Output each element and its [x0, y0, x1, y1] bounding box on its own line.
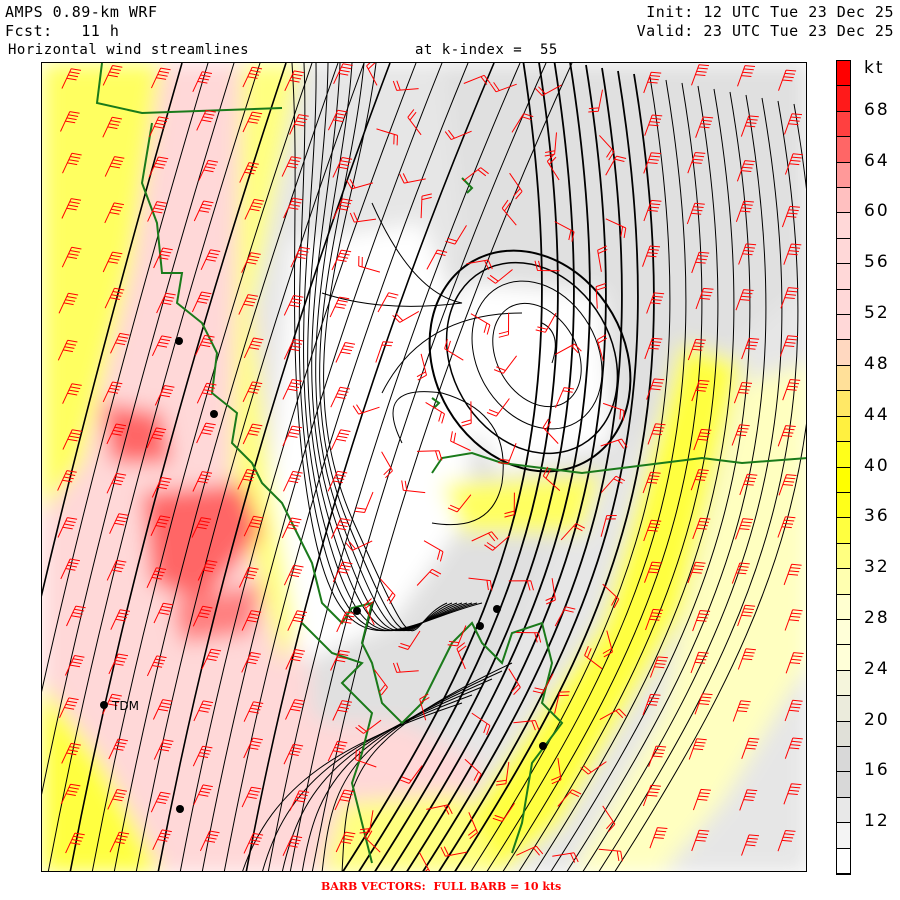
barb-legend: BARB VECTORS: FULL BARB = 10 kts: [321, 880, 562, 893]
colorbar-box: [837, 848, 850, 874]
colorbar-box: [837, 467, 850, 493]
colorbar-box: [837, 315, 850, 341]
station-dot: [100, 701, 108, 709]
station-label-tdm: TDM: [111, 699, 139, 713]
level-label: at k-index = 55: [415, 42, 558, 58]
colorbar-unit: kt: [864, 58, 885, 78]
colorbar-box: [837, 569, 850, 595]
station-dot: [353, 607, 361, 615]
colorbar-box: [837, 594, 850, 620]
colorbar-box: [837, 416, 850, 443]
colorbar-box: [837, 111, 850, 138]
wind-map: TDM: [41, 62, 807, 872]
colorbar-label: 56: [864, 252, 890, 273]
colorbar-label: 60: [864, 201, 890, 222]
forecast-hour: Fcst: 11 h: [5, 22, 120, 40]
colorbar-label: 48: [864, 353, 890, 374]
colorbar-box: [837, 543, 850, 570]
colorbar-box: [837, 772, 850, 798]
init-time: Init: 12 UTC Tue 23 Dec 25: [646, 3, 894, 21]
station-dot: [176, 805, 184, 813]
colorbar-label: 64: [864, 150, 890, 171]
colorbar-box: [837, 213, 850, 239]
colorbar-box: [837, 289, 850, 316]
colorbar-label: 28: [864, 607, 890, 628]
colorbar-box: [837, 696, 850, 722]
colorbar-box: [837, 188, 850, 214]
colorbar-label: 16: [864, 760, 890, 781]
colorbar-box: [837, 365, 850, 392]
valid-time: Valid: 23 UTC Tue 23 Dec 25: [636, 22, 894, 40]
colorbar-box: [837, 264, 850, 290]
colorbar-label: 24: [864, 658, 890, 679]
colorbar-box: [837, 162, 850, 189]
colorbar: [836, 60, 851, 875]
colorbar-box: [837, 442, 850, 468]
colorbar-box: [837, 518, 850, 544]
station-dot: [539, 742, 547, 750]
colorbar-label: 40: [864, 455, 890, 476]
colorbar-box: [837, 797, 850, 824]
colorbar-label: 20: [864, 709, 890, 730]
map-canvas: TDM: [42, 63, 806, 871]
colorbar-box: [837, 670, 850, 697]
colorbar-box: [837, 86, 850, 112]
colorbar-label: 32: [864, 557, 890, 578]
station-dot: [476, 622, 484, 630]
colorbar-box: [837, 619, 850, 646]
colorbar-label: 68: [864, 99, 890, 120]
colorbar-box: [837, 823, 850, 849]
colorbar-label: 52: [864, 303, 890, 324]
colorbar-box: [837, 137, 850, 163]
colorbar-box: [837, 238, 850, 265]
colorbar-box: [837, 61, 850, 87]
colorbar-box: [837, 746, 850, 773]
colorbar-label: 44: [864, 404, 890, 425]
colorbar-label: 12: [864, 811, 890, 832]
model-title: AMPS 0.89-km WRF: [5, 3, 158, 21]
station-dot: [175, 337, 183, 345]
colorbar-label: 36: [864, 506, 890, 527]
station-dot: [493, 605, 501, 613]
field-title: Horizontal wind streamlines: [8, 42, 250, 58]
colorbar-box: [837, 721, 850, 747]
colorbar-box: [837, 340, 850, 366]
station-dot: [210, 410, 218, 418]
colorbar-box: [837, 645, 850, 671]
colorbar-box: [837, 391, 850, 417]
colorbar-box: [837, 492, 850, 519]
